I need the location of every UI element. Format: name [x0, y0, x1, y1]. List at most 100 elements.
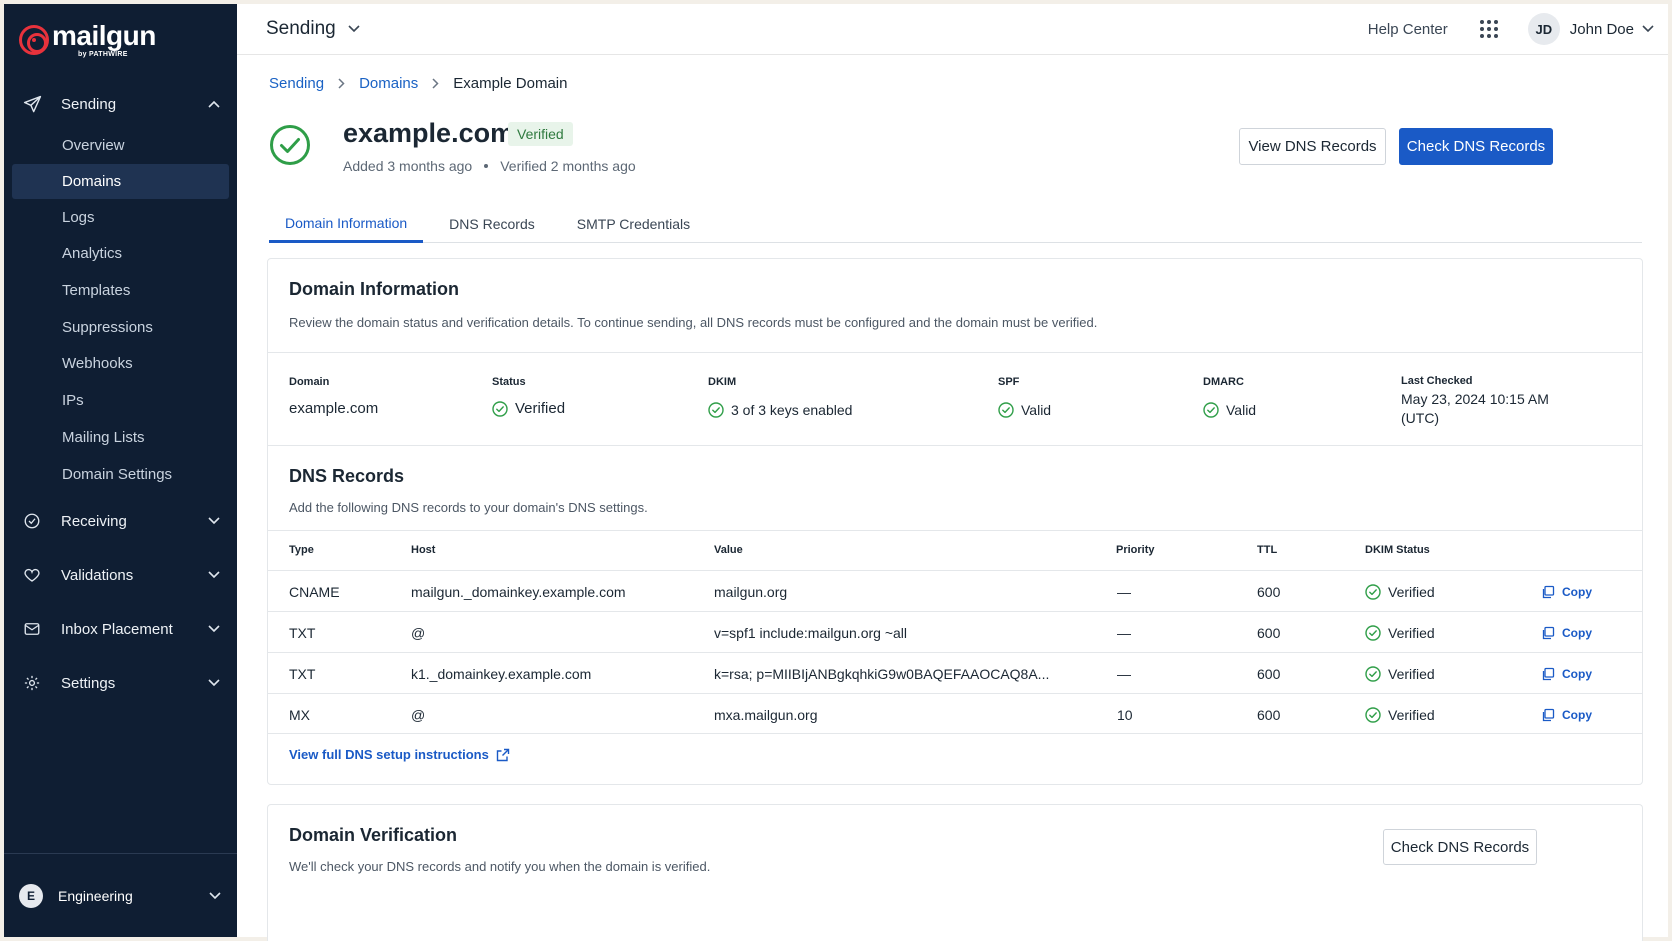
copy-button[interactable]: Copy	[1541, 571, 1592, 612]
sidebar-item-domain-settings[interactable]: Domain Settings	[12, 457, 229, 492]
breadcrumb-domains[interactable]: Domains	[359, 75, 418, 92]
chevron-up-icon	[207, 97, 221, 111]
table-row: TXT k1._domainkey.example.com k=rsa; p=M…	[268, 652, 1642, 693]
help-center-link[interactable]: Help Center	[1368, 21, 1448, 38]
sidebar-section-validations[interactable]: Validations	[4, 557, 237, 593]
dns-records-title: DNS Records	[289, 466, 405, 486]
divider	[268, 445, 1642, 446]
field-value-dmarc: Valid	[1226, 402, 1257, 418]
user-name[interactable]: John Doe	[1570, 21, 1634, 38]
column-header-priority: Priority	[1116, 544, 1155, 556]
logo-subtitle: by PATHWIRE	[78, 51, 128, 58]
sidebar-item-domains[interactable]: Domains	[12, 164, 229, 199]
cell-priority: —	[1117, 624, 1131, 641]
sidebar-item-suppressions[interactable]: Suppressions	[12, 310, 229, 345]
dns-setup-instructions-link[interactable]: View full DNS setup instructions	[289, 747, 510, 762]
domain-verification-title: Domain Verification	[289, 825, 458, 845]
status-text: Verified	[1388, 624, 1435, 641]
sidebar-item-overview[interactable]: Overview	[12, 128, 229, 163]
domain-verification-description: We'll check your DNS records and notify …	[289, 859, 711, 874]
column-header-type: Type	[289, 544, 314, 556]
field-value-last-checked: May 23, 2024 10:15 AM	[1401, 391, 1549, 407]
sidebar-section-inbox-placement[interactable]: Inbox Placement	[4, 611, 237, 647]
separator-dot	[484, 164, 489, 168]
field-value-status: Verified	[515, 400, 566, 417]
field-value-domain: example.com	[289, 400, 379, 417]
org-avatar: E	[19, 883, 43, 908]
org-switcher[interactable]: E Engineering	[4, 853, 237, 937]
copy-label: Copy	[1562, 707, 1592, 722]
check-circle-icon	[492, 400, 508, 417]
sidebar-item-webhooks[interactable]: Webhooks	[12, 346, 229, 381]
tab-dns-records[interactable]: DNS Records	[433, 205, 551, 243]
user-avatar[interactable]: JD	[1527, 13, 1560, 45]
field-label-dmarc: DMARC	[1203, 376, 1244, 388]
table-row: MX @ mxa.mailgun.org 10 600 Verified Cop…	[268, 693, 1642, 734]
sidebar-item-templates[interactable]: Templates	[12, 273, 229, 308]
check-circle-icon	[1365, 583, 1381, 600]
chevron-right-icon	[432, 78, 439, 89]
page-title: example.com	[343, 118, 515, 148]
field-dkim: 3 of 3 keys enabled	[708, 402, 852, 418]
cell-ttl: 600	[1257, 665, 1281, 682]
tab-smtp-credentials[interactable]: SMTP Credentials	[561, 205, 706, 243]
copy-icon	[1542, 708, 1555, 721]
app-frame: mailgun by PATHWIRE Sending Overview Dom…	[4, 4, 1668, 941]
cell-host: mailgun._domainkey.example.com	[411, 583, 626, 600]
chevron-down-icon[interactable]	[1642, 25, 1654, 33]
apps-grid-icon[interactable]	[1479, 20, 1498, 38]
tab-bar: Domain Information DNS Records SMTP Cred…	[269, 205, 1642, 243]
copy-button[interactable]: Copy	[1541, 653, 1592, 694]
field-value-last-checked-tz: (UTC)	[1401, 410, 1440, 426]
copy-icon	[1542, 667, 1555, 680]
dns-records-table: Type Host Value Priority TTL DKIM Status…	[268, 530, 1642, 734]
domain-verification-card: Domain Verification We'll check your DNS…	[267, 804, 1643, 941]
field-label-status: Status	[492, 376, 526, 388]
breadcrumb-sending[interactable]: Sending	[269, 75, 324, 92]
check-dns-records-button[interactable]: Check DNS Records	[1399, 128, 1553, 165]
verified-date: Verified 2 months ago	[500, 158, 636, 174]
sidebar-section-settings[interactable]: Settings	[4, 665, 237, 701]
sidebar-item-logs[interactable]: Logs	[12, 200, 229, 235]
sidebar-section-sending[interactable]: Sending	[4, 86, 237, 122]
cell-dkim-status: Verified	[1365, 653, 1435, 694]
heart-icon	[21, 564, 43, 586]
mailgun-logo[interactable]: mailgun by PATHWIRE	[19, 22, 156, 58]
field-label-spf: SPF	[998, 376, 1020, 388]
cell-host: @	[411, 624, 426, 641]
copy-button[interactable]: Copy	[1541, 612, 1592, 653]
status-text: Verified	[1388, 583, 1435, 600]
copy-icon	[1542, 626, 1555, 639]
verification-check-dns-button[interactable]: Check DNS Records	[1383, 829, 1537, 865]
field-label-dkim: DKIM	[708, 376, 737, 388]
tab-domain-information[interactable]: Domain Information	[269, 205, 424, 243]
cell-dkim-status: Verified	[1365, 571, 1435, 612]
topbar-title[interactable]: Sending	[266, 18, 336, 40]
check-circle-icon	[998, 402, 1014, 418]
cell-ttl: 600	[1257, 624, 1281, 641]
copy-button[interactable]: Copy	[1541, 694, 1592, 735]
sidebar-section-label: Receiving	[61, 512, 127, 530]
view-dns-records-button[interactable]: View DNS Records	[1239, 128, 1386, 165]
breadcrumb: Sending Domains Example Domain	[269, 75, 567, 92]
domain-info-description: Review the domain status and verificatio…	[289, 315, 1098, 330]
chevron-down-icon[interactable]	[348, 25, 360, 33]
column-header-value: Value	[714, 544, 743, 556]
domain-info-card: Domain Information Review the domain sta…	[267, 258, 1643, 785]
field-value-dkim: 3 of 3 keys enabled	[731, 402, 853, 418]
table-row: CNAME mailgun._domainkey.example.com mai…	[268, 570, 1642, 611]
copy-label: Copy	[1562, 584, 1592, 599]
cell-priority: 10	[1117, 706, 1133, 723]
cell-value: v=spf1 include:mailgun.org ~all	[714, 624, 908, 641]
sidebar-section-receiving[interactable]: Receiving	[4, 503, 237, 539]
sidebar-item-ips[interactable]: IPs	[12, 383, 229, 418]
sidebar-item-analytics[interactable]: Analytics	[12, 236, 229, 271]
domain-meta: Added 3 months ago Verified 2 months ago	[343, 158, 636, 174]
check-circle-icon	[1203, 402, 1219, 418]
check-circle-icon	[1365, 706, 1381, 723]
field-value-spf: Valid	[1021, 402, 1052, 418]
logo-wordmark: mailgun	[52, 20, 156, 51]
sidebar-item-mailing-lists[interactable]: Mailing Lists	[12, 420, 229, 455]
check-circle-icon	[1365, 624, 1381, 641]
cell-value: k=rsa; p=MIIBIjANBgkqhkiG9w0BAQEFAAOCAQ8…	[714, 665, 1050, 682]
